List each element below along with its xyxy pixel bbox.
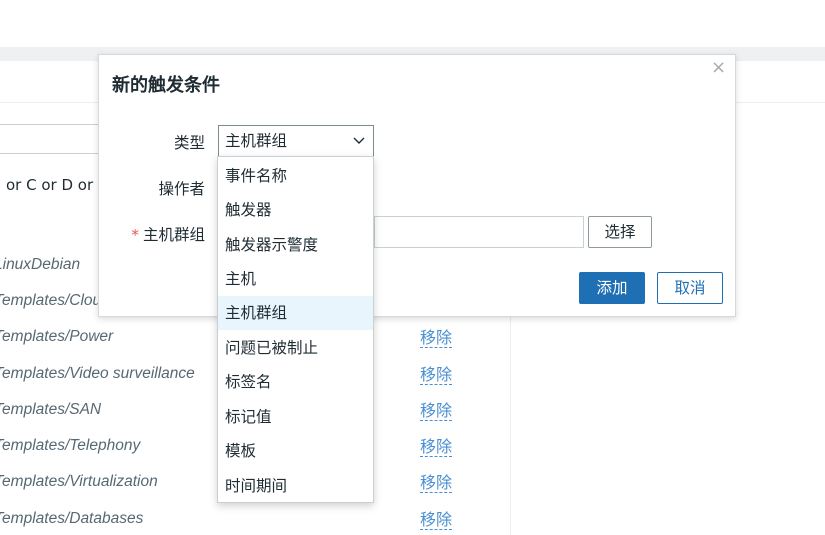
dropdown-option[interactable]: 标签名 bbox=[218, 365, 373, 399]
host-group-input[interactable] bbox=[374, 216, 584, 248]
dropdown-option[interactable]: 模板 bbox=[218, 434, 373, 468]
dropdown-option[interactable]: 触发器 bbox=[218, 193, 373, 227]
select-button[interactable]: 选择 bbox=[588, 216, 652, 248]
dialog-title: 新的触发条件 bbox=[112, 75, 220, 96]
type-dropdown-list: 事件名称 触发器 触发器示警度 主机 主机群组 问题已被制止 标签名 标记值 模… bbox=[217, 156, 374, 503]
type-label: 类型 bbox=[173, 134, 205, 152]
dropdown-option[interactable]: 标记值 bbox=[218, 400, 373, 434]
dropdown-option[interactable]: 触发器示警度 bbox=[218, 228, 373, 262]
dropdown-option[interactable]: 事件名称 bbox=[218, 159, 373, 193]
new-condition-dialog: 新的触发条件 × 类型 主机群组 操作者 * 主机群组 选择 添加 取消 bbox=[98, 54, 736, 317]
type-select-value: 主机群组 bbox=[225, 132, 288, 150]
background-filter-hint: or C or D or E bbox=[6, 176, 108, 194]
host-group-label: * 主机群组 bbox=[99, 223, 205, 245]
dropdown-option[interactable]: 时间期间 bbox=[218, 469, 373, 503]
background-row-remove-link[interactable]: 移除 bbox=[420, 329, 453, 348]
background-row-name: Templates/Cloud bbox=[0, 292, 110, 309]
background-row-remove-link[interactable]: 移除 bbox=[420, 511, 453, 530]
background-row-name: Templates/Telephony bbox=[0, 437, 141, 454]
dropdown-option[interactable]: 问题已被制止 bbox=[218, 331, 373, 365]
type-select[interactable]: 主机群组 bbox=[218, 125, 374, 157]
dropdown-option-selected[interactable]: 主机群组 bbox=[218, 296, 373, 330]
top-band bbox=[0, 0, 825, 47]
operator-label: 操作者 bbox=[158, 180, 205, 198]
background-row-remove-link[interactable]: 移除 bbox=[420, 402, 453, 421]
required-mark: * bbox=[131, 226, 139, 244]
chevron-down-icon bbox=[353, 137, 365, 144]
close-icon[interactable]: × bbox=[711, 57, 726, 78]
dropdown-option[interactable]: 主机 bbox=[218, 262, 373, 296]
background-row-remove-link[interactable]: 移除 bbox=[420, 438, 453, 457]
background-row-name: Templates/Databases bbox=[0, 510, 144, 527]
background-row-remove-link[interactable]: 移除 bbox=[420, 474, 453, 493]
background-row-name: Templates/Virtualization bbox=[0, 473, 158, 490]
background-row-name: LinuxDebian bbox=[0, 256, 81, 273]
background-row-remove-link[interactable]: 移除 bbox=[420, 366, 453, 385]
host-group-label-text: 主机群组 bbox=[142, 226, 205, 244]
add-button[interactable]: 添加 bbox=[579, 272, 645, 304]
background-row-name: Templates/Video surveillance bbox=[0, 365, 195, 382]
background-row-name: Templates/SAN bbox=[0, 401, 102, 418]
background-row-name: Templates/Power bbox=[0, 328, 114, 345]
cancel-button[interactable]: 取消 bbox=[657, 272, 723, 304]
